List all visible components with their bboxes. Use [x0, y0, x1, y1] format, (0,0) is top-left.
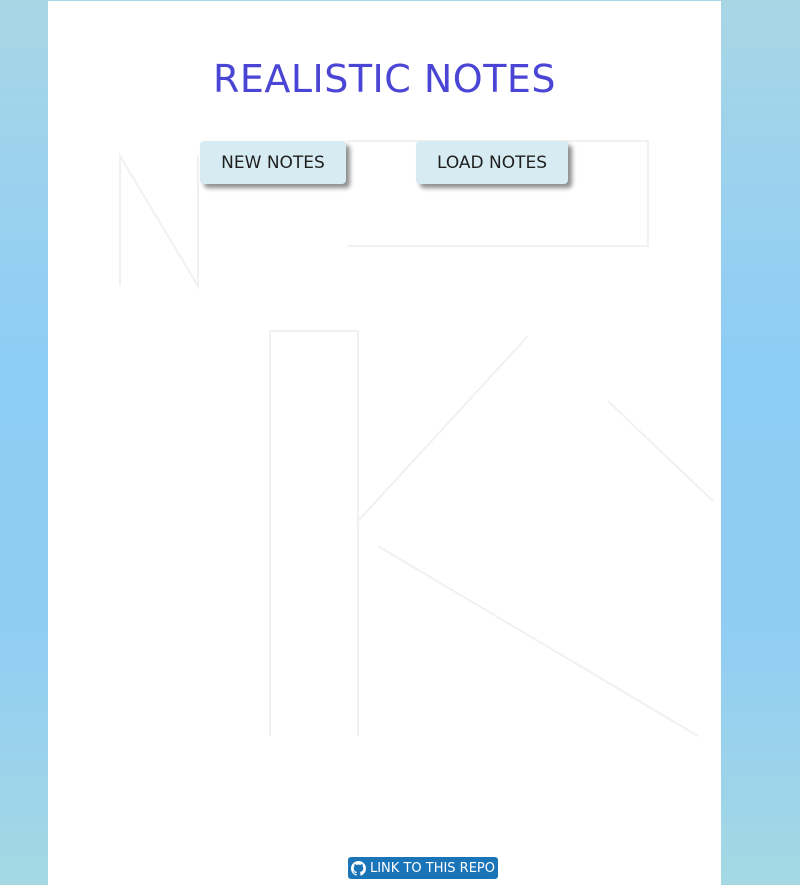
new-notes-button[interactable]: NEW NOTES [200, 141, 346, 184]
app-title: REALISTIC NOTES [212, 57, 557, 101]
main-page: REALISTIC NOTES NEW NOTES LOAD NOTES LIN… [48, 1, 721, 885]
background-logo-watermark [119, 140, 714, 737]
load-notes-button[interactable]: LOAD NOTES [416, 141, 568, 184]
repo-link-label: LINK TO THIS REPO [369, 860, 496, 876]
github-icon [350, 860, 366, 876]
repo-link-button[interactable]: LINK TO THIS REPO [348, 857, 498, 879]
